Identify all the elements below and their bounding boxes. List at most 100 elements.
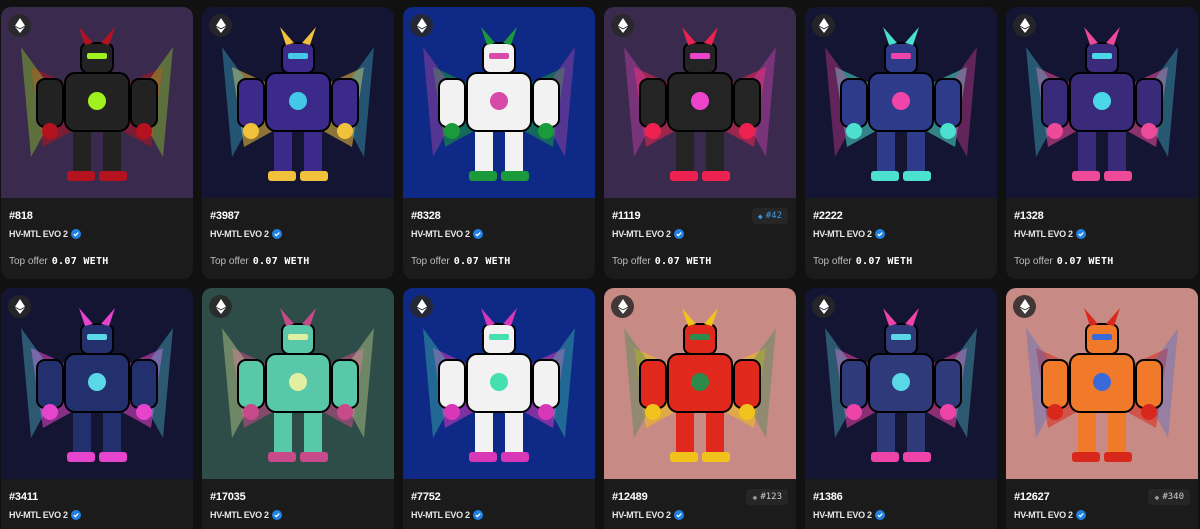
top-offer-label: Top offer xyxy=(612,256,651,267)
collection-label: HV-MTL EVO 2 xyxy=(9,510,68,520)
ethereum-icon xyxy=(1013,14,1036,37)
mech-artwork xyxy=(202,288,394,479)
nft-card-info: #12489 HV-MTL EVO 2 ◆ #123 xyxy=(604,479,796,529)
verified-badge-icon xyxy=(1075,229,1086,239)
collection-name[interactable]: HV-MTL EVO 2 xyxy=(612,510,684,520)
verified-badge-icon xyxy=(472,229,483,239)
nft-card-info: #8328 HV-MTL EVO 2 Top offer 0.07 WETH xyxy=(403,198,595,279)
nft-card[interactable]: #8328 HV-MTL EVO 2 Top offer 0.07 WETH xyxy=(403,7,595,279)
nft-card[interactable]: #3987 HV-MTL EVO 2 Top offer 0.07 WETH xyxy=(202,7,394,279)
verified-badge-icon xyxy=(70,229,81,239)
top-offer: Top offer 0.07 WETH xyxy=(9,256,109,267)
nft-card[interactable]: #12489 HV-MTL EVO 2 ◆ #123 xyxy=(604,288,796,529)
nft-grid: #818 HV-MTL EVO 2 Top offer 0.07 WETH #3987 H… xyxy=(0,0,1200,529)
nft-image[interactable] xyxy=(1006,288,1198,479)
nft-image[interactable] xyxy=(604,288,796,479)
nft-card[interactable]: #17035 HV-MTL EVO 2 xyxy=(202,288,394,529)
rarity-rank-value: #42 xyxy=(765,211,782,221)
nft-card-info: #3987 HV-MTL EVO 2 Top offer 0.07 WETH xyxy=(202,198,394,279)
top-offer-label: Top offer xyxy=(210,256,249,267)
nft-card[interactable]: #818 HV-MTL EVO 2 Top offer 0.07 WETH xyxy=(1,7,193,279)
verified-badge-icon xyxy=(70,510,81,520)
ethereum-icon xyxy=(812,14,835,37)
nft-card[interactable]: #2222 HV-MTL EVO 2 Top offer 0.07 WETH xyxy=(805,7,997,279)
collection-name[interactable]: HV-MTL EVO 2 xyxy=(1014,229,1086,239)
nft-image[interactable] xyxy=(805,7,997,198)
token-id: #7752 xyxy=(411,491,441,503)
mech-artwork xyxy=(604,288,796,479)
collection-name[interactable]: HV-MTL EVO 2 xyxy=(1014,510,1086,520)
token-id: #3987 xyxy=(210,210,240,222)
ethereum-icon xyxy=(410,14,433,37)
mech-artwork xyxy=(604,7,796,198)
nft-card[interactable]: #1328 HV-MTL EVO 2 Top offer 0.07 WETH xyxy=(1006,7,1198,279)
collection-label: HV-MTL EVO 2 xyxy=(411,510,470,520)
collection-name[interactable]: HV-MTL EVO 2 xyxy=(813,510,885,520)
collection-name[interactable]: HV-MTL EVO 2 xyxy=(411,229,483,239)
nft-image[interactable] xyxy=(805,288,997,479)
verified-badge-icon xyxy=(271,229,282,239)
nft-card[interactable]: #1119 HV-MTL EVO 2 Top offer 0.07 WETH ◆ #42 xyxy=(604,7,796,279)
mech-artwork xyxy=(1,288,193,479)
nft-card[interactable]: #3411 HV-MTL EVO 2 xyxy=(1,288,193,529)
nft-image[interactable] xyxy=(403,7,595,198)
verified-badge-icon xyxy=(271,510,282,520)
mech-artwork xyxy=(403,288,595,479)
nft-image[interactable] xyxy=(1006,7,1198,198)
token-id: #818 xyxy=(9,210,33,222)
verified-badge-icon xyxy=(1075,510,1086,520)
mech-artwork xyxy=(202,7,394,198)
nft-image[interactable] xyxy=(604,7,796,198)
collection-name[interactable]: HV-MTL EVO 2 xyxy=(612,229,684,239)
nft-card[interactable]: #7752 HV-MTL EVO 2 xyxy=(403,288,595,529)
top-offer-label: Top offer xyxy=(9,256,48,267)
collection-label: HV-MTL EVO 2 xyxy=(9,229,68,239)
nft-card-info: #1386 HV-MTL EVO 2 xyxy=(805,479,997,529)
top-offer: Top offer 0.07 WETH xyxy=(612,256,712,267)
rarity-rank-badge: ◆ #42 xyxy=(751,208,788,224)
top-offer: Top offer 0.07 WETH xyxy=(411,256,511,267)
nft-card[interactable]: #12627 HV-MTL EVO 2 ◆ #340 xyxy=(1006,288,1198,529)
nft-image[interactable] xyxy=(1,7,193,198)
top-offer-label: Top offer xyxy=(411,256,450,267)
collection-name[interactable]: HV-MTL EVO 2 xyxy=(9,229,81,239)
token-id: #8328 xyxy=(411,210,441,222)
collection-name[interactable]: HV-MTL EVO 2 xyxy=(813,229,885,239)
top-offer-value: 0.07 WETH xyxy=(252,256,310,267)
nft-card-info: #818 HV-MTL EVO 2 Top offer 0.07 WETH xyxy=(1,198,193,279)
collection-label: HV-MTL EVO 2 xyxy=(813,229,872,239)
nft-card-info: #2222 HV-MTL EVO 2 Top offer 0.07 WETH xyxy=(805,198,997,279)
token-id: #1119 xyxy=(612,210,641,222)
token-id: #12627 xyxy=(1014,491,1050,503)
verified-badge-icon xyxy=(673,510,684,520)
nft-card[interactable]: #1386 HV-MTL EVO 2 xyxy=(805,288,997,529)
top-offer-value: 0.07 WETH xyxy=(654,256,712,267)
nft-image[interactable] xyxy=(202,288,394,479)
collection-name[interactable]: HV-MTL EVO 2 xyxy=(210,510,282,520)
nft-image[interactable] xyxy=(1,288,193,479)
nft-image[interactable] xyxy=(202,7,394,198)
token-id: #3411 xyxy=(9,491,38,503)
mech-artwork xyxy=(403,7,595,198)
token-id: #17035 xyxy=(210,491,246,503)
collection-label: HV-MTL EVO 2 xyxy=(210,510,269,520)
rarity-rank-value: #123 xyxy=(760,492,782,502)
token-id: #1328 xyxy=(1014,210,1044,222)
top-offer-value: 0.07 WETH xyxy=(1056,256,1114,267)
ethereum-icon xyxy=(209,14,232,37)
collection-name[interactable]: HV-MTL EVO 2 xyxy=(210,229,282,239)
ethereum-icon xyxy=(1013,295,1036,318)
token-id: #12489 xyxy=(612,491,648,503)
nft-image[interactable] xyxy=(403,288,595,479)
diamond-icon: ◆ xyxy=(757,211,763,221)
mech-artwork xyxy=(805,288,997,479)
rarity-rank-badge: ◆ #123 xyxy=(746,489,788,505)
collection-name[interactable]: HV-MTL EVO 2 xyxy=(411,510,483,520)
top-offer-label: Top offer xyxy=(1014,256,1053,267)
collection-label: HV-MTL EVO 2 xyxy=(1014,510,1073,520)
top-offer: Top offer 0.07 WETH xyxy=(210,256,310,267)
ethereum-icon xyxy=(410,295,433,318)
token-id: #2222 xyxy=(813,210,843,222)
mech-artwork xyxy=(1006,288,1198,479)
collection-name[interactable]: HV-MTL EVO 2 xyxy=(9,510,81,520)
